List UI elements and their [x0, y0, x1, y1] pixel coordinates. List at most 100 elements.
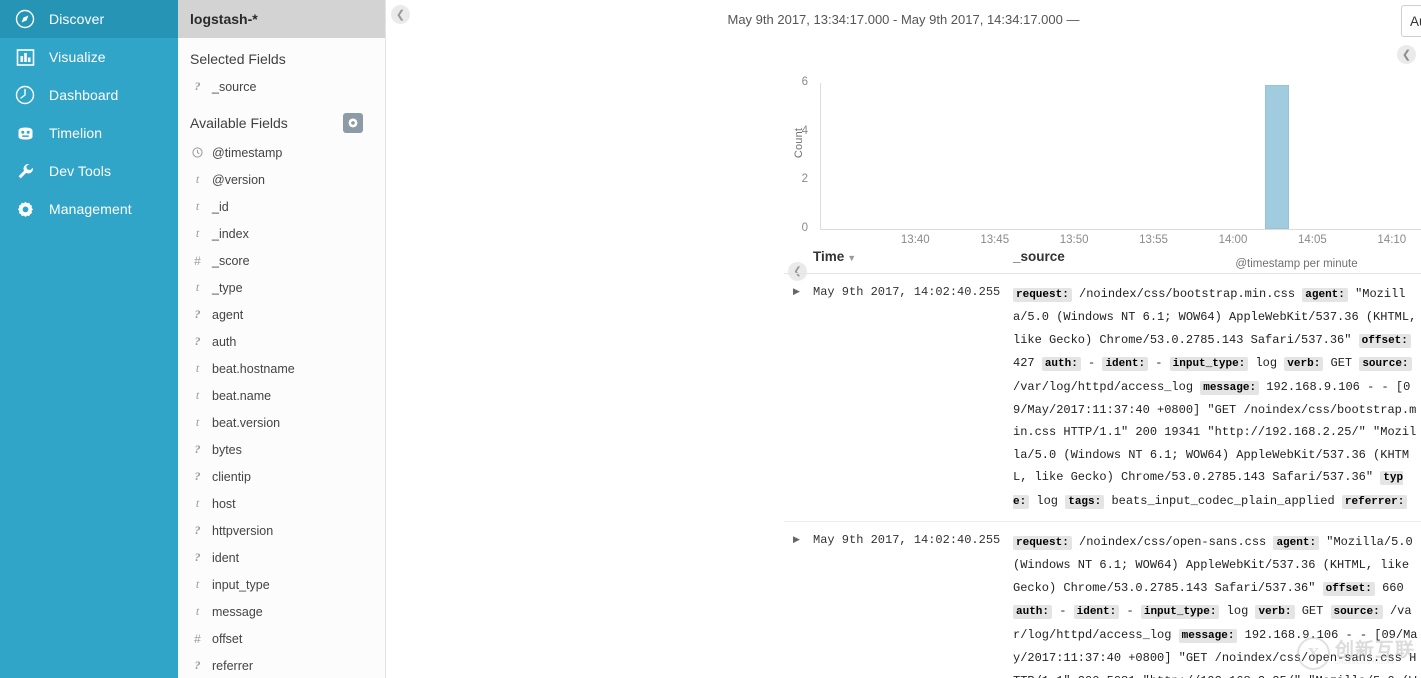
selected-fields-title: Selected Fields — [190, 51, 286, 67]
compass-icon — [14, 8, 36, 30]
column-header-source[interactable]: _source — [1013, 249, 1421, 264]
available-field-offset[interactable]: # offset — [178, 625, 385, 652]
field-name: host — [212, 496, 236, 511]
field-type-unknown-icon: ? — [194, 307, 201, 321]
source-field-value: beats_input_codec_plain_applied — [1111, 493, 1335, 508]
available-field-bytes[interactable]: ? bytes — [178, 436, 385, 463]
histogram-chart[interactable]: Count 0246 13:40 13:45 13:50 13:55 14:00 14:0… — [386, 42, 1421, 281]
available-field-agent[interactable]: ? agent — [178, 301, 385, 328]
document-table: Time ▼ _source ▶ May 9th 2017, 14:02:40.25… — [784, 240, 1421, 678]
field-type-unknown-icon: ? — [194, 550, 201, 564]
expand-row-icon[interactable]: ▶ — [784, 531, 813, 678]
source-field-value: 192.168.9.106 - - [09/May/2017:11:37:40 … — [1013, 379, 1417, 485]
field-name: ident — [212, 550, 240, 565]
wrench-icon — [14, 160, 36, 182]
selected-fields-header: Selected Fields — [178, 38, 385, 73]
field-settings-gear-icon[interactable] — [343, 113, 363, 133]
cell-source: request: /noindex/css/open-sans.css agen… — [1013, 531, 1421, 678]
index-pattern-selector[interactable]: logstash-* — [178, 0, 385, 38]
available-field-clientip[interactable]: ? clientip — [178, 463, 385, 490]
nav-label: Dev Tools — [49, 163, 112, 179]
available-field--version[interactable]: t @version — [178, 166, 385, 193]
field-name: beat.version — [212, 415, 281, 430]
field-type-number-icon: # — [194, 631, 201, 646]
available-field-input-type[interactable]: t input_type — [178, 571, 385, 598]
field-name: _index — [212, 226, 249, 241]
time-range-label: May 9th 2017, 13:34:17.000 - May 9th 201… — [727, 12, 1080, 28]
source-field-key: agent: — [1273, 536, 1320, 551]
field-type-unknown-icon: ? — [194, 334, 201, 348]
x-axis-line — [820, 229, 1421, 230]
source-field-value: - — [1059, 604, 1067, 619]
source-field-value: GET — [1330, 356, 1353, 371]
chevron-left-icon-sidebar-collapse[interactable]: ❮ — [391, 5, 410, 24]
dashboard-icon — [14, 84, 36, 106]
source-field-key: source: — [1330, 605, 1383, 620]
field-type-string-icon: t — [195, 172, 200, 186]
available-fields-header: Available Fields — [178, 100, 385, 139]
available-field--index[interactable]: t _index — [178, 220, 385, 247]
cell-time: May 9th 2017, 14:02:40.255 — [813, 285, 1001, 299]
available-field-beat-version[interactable]: t beat.version — [178, 409, 385, 436]
available-field-beat-name[interactable]: t beat.name — [178, 382, 385, 409]
interval-select[interactable]: Auto ▼ — [1401, 5, 1421, 37]
nav-item-dashboard[interactable]: Dashboard — [0, 76, 178, 114]
histogram-bar[interactable] — [1264, 85, 1290, 229]
nav-item-management[interactable]: Management — [0, 190, 178, 228]
source-field-key: auth: — [1013, 605, 1053, 620]
available-field-host[interactable]: t host — [178, 490, 385, 517]
expand-row-icon[interactable]: ▶ — [784, 283, 813, 513]
nav-label: Timelion — [49, 125, 103, 141]
field-name: message — [212, 604, 263, 619]
source-field-key: agent: — [1302, 288, 1348, 302]
field-name: referrer — [212, 658, 253, 673]
table-row[interactable]: ▶ May 9th 2017, 14:02:40.255 request: /noi… — [784, 274, 1421, 523]
field-sidebar: logstash-* Selected Fields ? _source Avai… — [178, 0, 386, 678]
available-field--id[interactable]: t _id — [178, 193, 385, 220]
source-field-value: /noindex/css/bootstrap.min.css — [1079, 287, 1296, 301]
available-field-auth[interactable]: ? auth — [178, 328, 385, 355]
field-type-unknown-icon: ? — [194, 79, 201, 93]
source-field-value: GET — [1301, 604, 1324, 619]
field-type-string-icon: t — [195, 577, 200, 591]
available-field-beat-hostname[interactable]: t beat.hostname — [178, 355, 385, 382]
source-field-value: - — [1088, 356, 1096, 371]
field-type-string-icon: t — [195, 361, 200, 375]
source-field-key: message: — [1178, 628, 1238, 643]
nav-item-timelion[interactable]: Timelion — [0, 114, 178, 152]
column-header-time[interactable]: Time ▼ — [813, 249, 1013, 264]
sort-caret-icon[interactable]: ▼ — [847, 253, 856, 263]
chart-plot-area[interactable] — [820, 83, 1421, 229]
y-tick: 2 — [801, 173, 808, 186]
nav-label: Dashboard — [49, 87, 119, 103]
column-header-source-label: _source — [1013, 249, 1065, 264]
available-field-referrer[interactable]: ? referrer — [178, 652, 385, 678]
source-field-key: auth: — [1041, 357, 1081, 372]
available-field--timestamp[interactable]: @timestamp — [178, 139, 385, 166]
source-field-key: ident: — [1102, 357, 1149, 372]
chevron-left-icon-panel-collapse[interactable]: ❮ — [1397, 45, 1416, 64]
field-type-string-icon: t — [195, 496, 200, 510]
available-field-ident[interactable]: ? ident — [178, 544, 385, 571]
gear-icon — [14, 198, 36, 220]
available-field-message[interactable]: t message — [178, 598, 385, 625]
discover-topbar: ❮ May 9th 2017, 13:34:17.000 - May 9th 2… — [386, 0, 1421, 42]
field-type-string-icon: t — [195, 280, 200, 294]
available-field-httpversion[interactable]: ? httpversion — [178, 517, 385, 544]
source-field-value: 660 — [1382, 580, 1404, 595]
selected-field--source[interactable]: ? _source — [178, 73, 385, 100]
source-field-key: offset: — [1322, 581, 1375, 596]
available-field--score[interactable]: # _score — [178, 247, 385, 274]
field-name: @timestamp — [212, 145, 283, 160]
nav-item-discover[interactable]: Discover — [0, 0, 178, 38]
nav-item-visualize[interactable]: Visualize — [0, 38, 178, 76]
field-type-unknown-icon: ? — [194, 442, 201, 456]
nav-label: Management — [49, 201, 132, 217]
table-body: ▶ May 9th 2017, 14:02:40.255 request: /noi… — [784, 274, 1421, 678]
field-name: httpversion — [212, 523, 274, 538]
source-field-key: request: — [1013, 288, 1072, 302]
table-row[interactable]: ▶ May 9th 2017, 14:02:40.255 request: /noi… — [784, 522, 1421, 678]
nav-item-dev-tools[interactable]: Dev Tools — [0, 152, 178, 190]
nav-label: Discover — [49, 11, 105, 27]
available-field--type[interactable]: t _type — [178, 274, 385, 301]
